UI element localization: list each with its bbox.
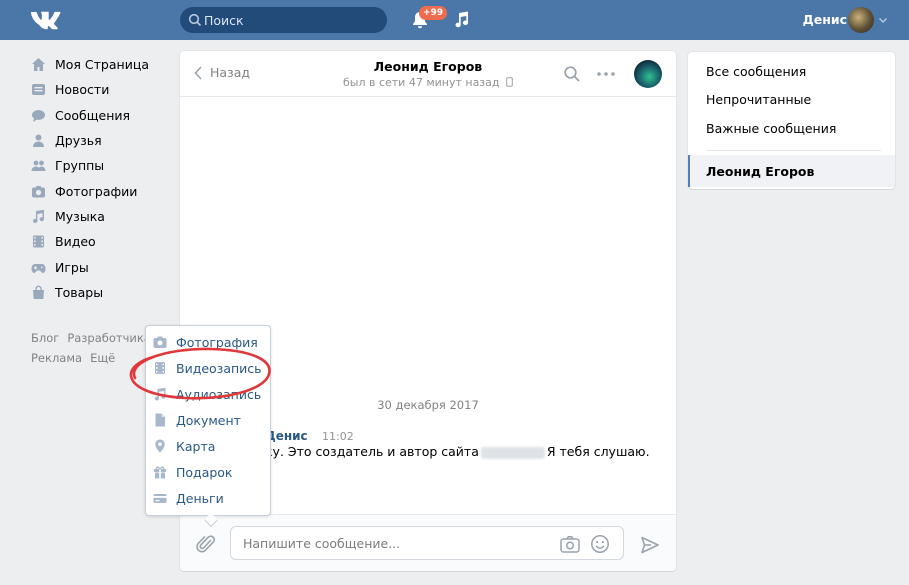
video-icon [30,234,46,250]
attach-item-label: Карта [176,438,216,454]
sidebar-item-label: Товары [55,284,104,300]
sidebar-item-label: Сообщения [55,107,131,123]
search-box[interactable] [180,7,387,33]
chat-header: Леонид Егоров был в сети 47 минут назад … [180,51,676,97]
search-icon[interactable] [563,65,581,83]
divider [706,150,881,151]
attach-item-label: Подарок [176,464,233,480]
home-icon [30,57,46,73]
audio-icon [153,387,167,401]
sidebar-item-goods[interactable]: Товары [24,280,174,305]
sidebar-item-label: Группы [55,158,105,174]
groups-icon [30,158,46,174]
sidebar-item-label: Фотографии [55,183,138,199]
dialogs-filter-panel: Все сообщения Непрочитанные Важные сообщ… [688,52,895,189]
sidebar-item-video[interactable]: Видео [24,229,174,254]
attach-menu: Фотография Видеозапись Аудиозапись Докум… [145,325,271,528]
attach-item-label: Аудиозапись [176,386,262,402]
gift-icon [153,465,167,479]
message-author[interactable]: Денис [265,429,308,443]
more-icon[interactable] [596,71,616,77]
message-time[interactable]: 11:02 [322,430,354,443]
attach-item-label: Деньги [176,490,224,506]
message-input[interactable] [243,527,553,559]
sidebar-item-label: Музыка [55,208,105,224]
filter-important[interactable]: Важные сообщения [706,121,836,136]
top-header: +99 Денис [0,0,909,40]
music-icon[interactable] [454,11,470,29]
sidebar-item-music[interactable]: Музыка [24,204,174,229]
link-blog[interactable]: Блог [31,331,59,345]
bag-icon [30,284,46,300]
message-text-start: ку. Это создатель и автор сайта [265,444,479,459]
attach-item-label: Документ [176,412,241,428]
friends-icon [30,133,46,149]
peer-status: был в сети 47 минут назад [180,76,676,89]
search-input[interactable] [204,7,379,33]
attach-item-label: Фотография [176,334,258,350]
link-ads[interactable]: Реклама [31,351,82,365]
sidebar-item-label: Новости [55,82,110,98]
link-more[interactable]: Ещё [90,351,115,365]
vk-logo-icon[interactable] [30,9,62,31]
attach-money[interactable]: Деньги [146,485,270,511]
filter-unread[interactable]: Непрочитанные [706,92,811,107]
sidebar-item-groups[interactable]: Группы [24,153,174,178]
send-icon[interactable] [640,535,660,555]
blurred-link [480,446,545,459]
map-pin-icon [153,439,167,453]
peer-status-text: был в сети 47 минут назад [342,76,500,89]
attach-photo[interactable]: Фотография [146,329,270,355]
paperclip-icon[interactable] [196,534,216,556]
smile-icon[interactable] [590,534,610,554]
video-icon [153,361,167,375]
photo-icon [153,335,167,349]
sidebar-item-my-page[interactable]: Моя Страница [24,52,174,77]
back-button[interactable]: Назад [194,65,250,80]
sidebar-item-messages[interactable]: Сообщения [24,103,174,128]
sidebar-item-label: Друзья [55,133,102,149]
attach-video[interactable]: Видеозапись [146,355,270,381]
mobile-icon [506,77,513,87]
messages-icon [30,107,46,123]
active-dialog-name: Леонид Егоров [706,164,815,179]
sidebar-item-label: Видео [55,234,96,250]
message-text-end: Я тебя слушаю. [546,444,650,459]
search-icon [188,13,202,27]
user-name[interactable]: Денис [803,12,847,27]
sidebar-item-photos[interactable]: Фотографии [24,178,174,203]
avatar[interactable] [848,7,874,33]
active-dialog-item[interactable]: Леонид Егоров [688,155,895,187]
sidebar-item-label: Моя Страница [55,57,149,73]
music-icon [30,208,46,224]
sidebar: Моя Страница Новости Сообщения Друзья Гр… [24,52,174,305]
sidebar-item-news[interactable]: Новости [24,77,174,102]
back-label: Назад [210,65,251,80]
camera-icon[interactable] [560,535,580,553]
news-icon [30,82,46,98]
chevron-left-icon [194,65,202,80]
document-icon [153,413,167,427]
chevron-down-icon[interactable] [878,15,888,25]
camera-icon [30,183,46,199]
attach-item-label: Видеозапись [176,360,262,376]
sidebar-item-friends[interactable]: Друзья [24,128,174,153]
attach-map[interactable]: Карта [146,433,270,459]
message-text: ку. Это создатель и автор сайта Я тебя сл… [265,444,650,459]
sidebar-item-games[interactable]: Игры [24,254,174,279]
peer-avatar[interactable] [634,60,662,88]
attach-gift[interactable]: Подарок [146,459,270,485]
sidebar-item-label: Игры [55,259,89,275]
filter-all-messages[interactable]: Все сообщения [706,64,806,79]
message-composer [180,514,676,571]
notifications-badge: +99 [419,6,448,20]
attach-document[interactable]: Документ [146,407,270,433]
gamepad-icon [30,259,46,275]
money-icon [153,491,167,505]
attach-audio[interactable]: Аудиозапись [146,381,270,407]
